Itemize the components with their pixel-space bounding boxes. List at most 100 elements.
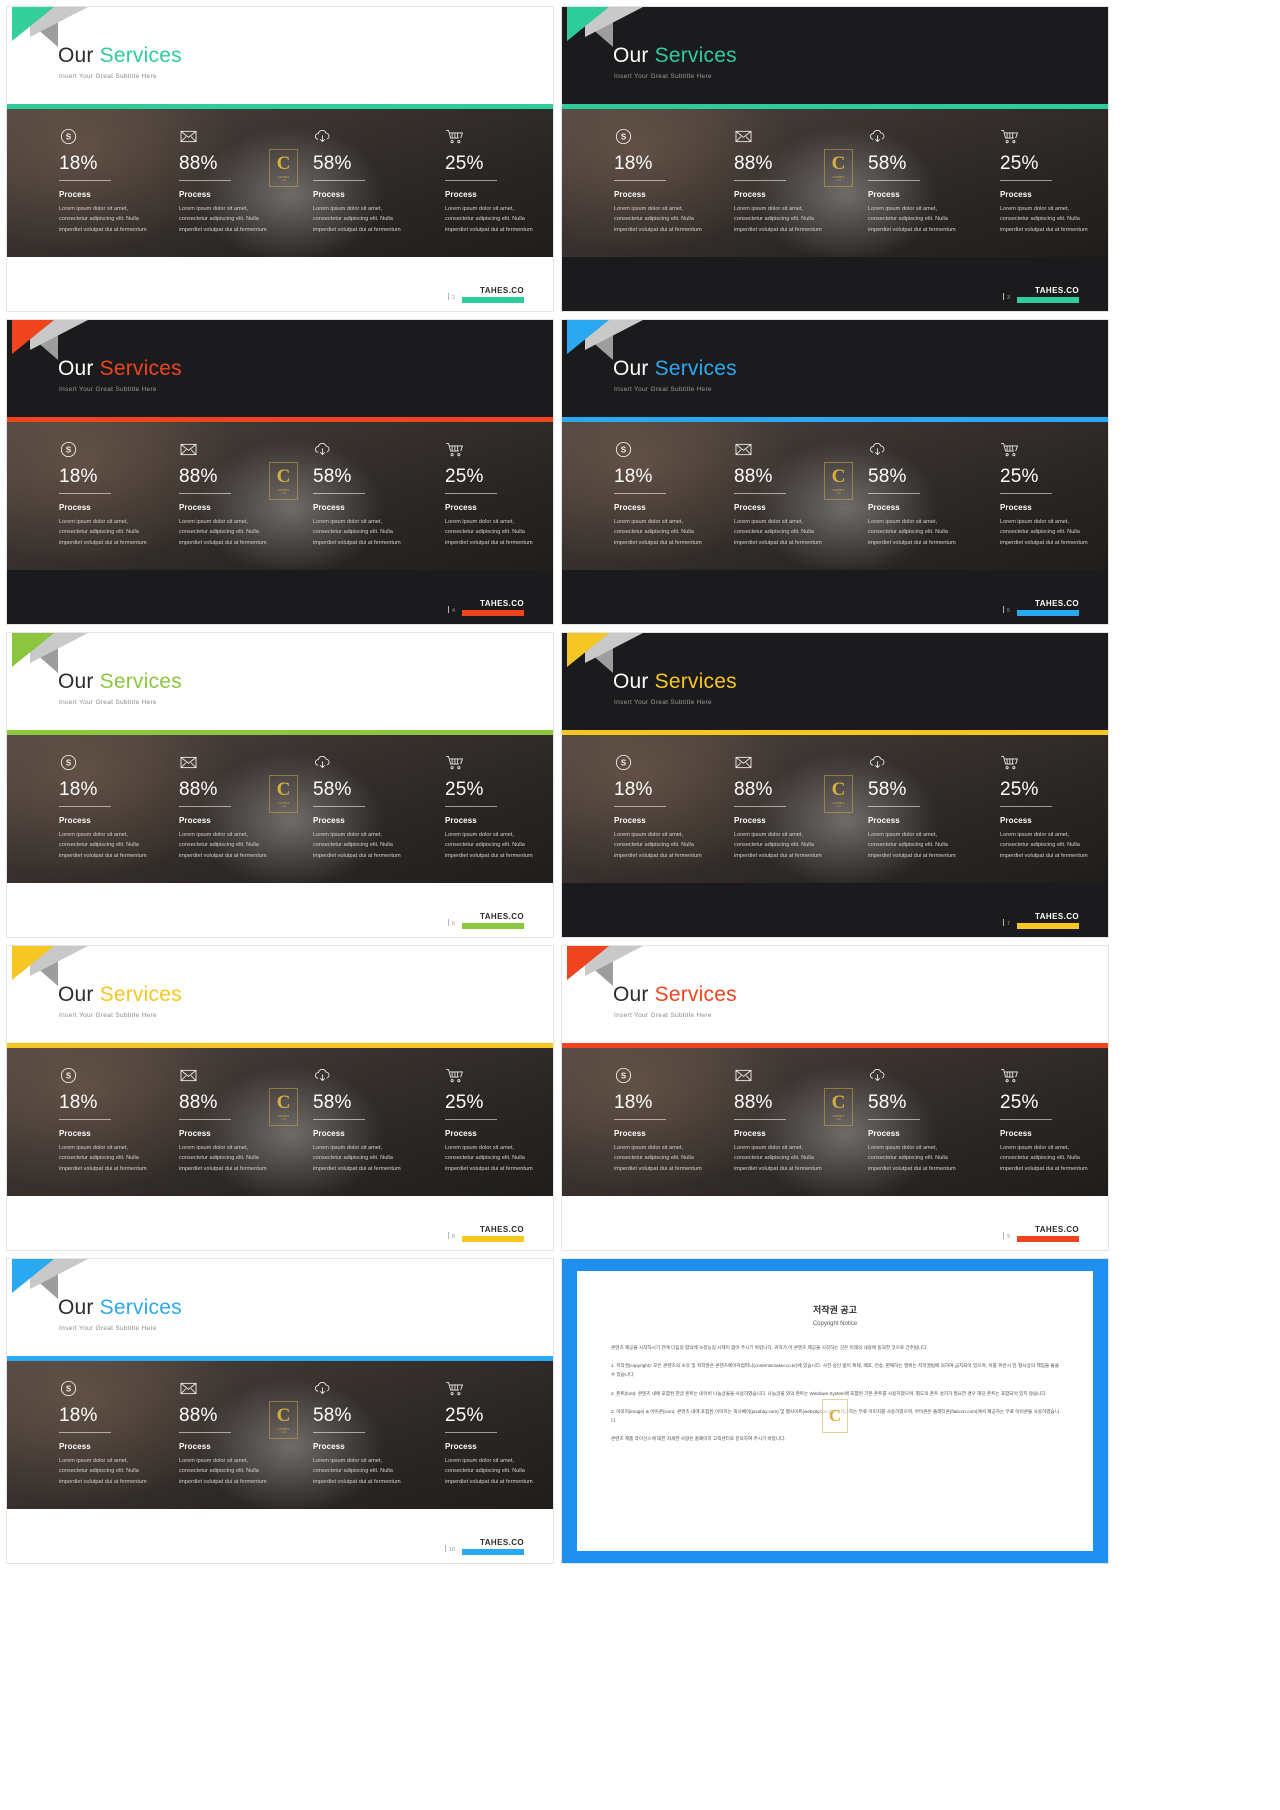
stat-percent: 25%	[445, 153, 484, 174]
slide-thumbnail-grid: Our Services Insert Your Great Subtitle …	[0, 0, 1280, 1810]
stat-heading: Process	[313, 189, 345, 199]
slide-thumbnail-7[interactable]: Our Services Insert Your Great Subtitle …	[561, 632, 1109, 938]
slide-thumbnail-2[interactable]: Our Services Insert Your Great Subtitle …	[6, 6, 554, 312]
stats-photo-band: S 18% Process Lorem ipsum dolor sit amet, c…	[562, 109, 1108, 257]
stat-column-1: S 18% Process Lorem ipsum dolor sit amet, c…	[7, 127, 157, 257]
stat-percent: 58%	[868, 1092, 907, 1113]
dollar-circle-icon: S	[59, 440, 78, 459]
stat-body: Lorem ipsum dolor sit amet, consectetur …	[445, 831, 533, 859]
stat-column-2: 88% Process Lorem ipsum dolor sit amet, co…	[157, 127, 289, 257]
page-subtitle: Insert Your Great Subtitle Here	[614, 73, 712, 80]
stat-heading: Process	[59, 189, 91, 199]
stat-divider	[734, 1118, 786, 1120]
svg-text:S: S	[66, 1385, 71, 1394]
stat-body: Lorem ipsum dolor sit amet, consectetur …	[59, 1144, 147, 1172]
copyright-panel: 저작권 공고 Copyright Notice 콘텐츠 제공을 시작하시기 전에 다…	[577, 1271, 1093, 1551]
slide-thumbnail-8[interactable]: Our Services Insert Your Great Subtitle …	[6, 945, 554, 1251]
stat-heading: Process	[1000, 502, 1032, 512]
stat-percent: 58%	[868, 779, 907, 800]
stat-percent: 58%	[868, 466, 907, 487]
dollar-circle-icon: S	[614, 753, 633, 772]
slide-thumbnail-3[interactable]: Our Services Insert Your Great Subtitle …	[561, 6, 1109, 312]
watermark-logo: C TAHES .CO	[269, 149, 298, 187]
svg-text:S: S	[621, 759, 626, 768]
copyright-notice-slide[interactable]: 저작권 공고 Copyright Notice 콘텐츠 제공을 시작하시기 전에 다…	[561, 1258, 1109, 1564]
page-subtitle: Insert Your Great Subtitle Here	[59, 386, 157, 393]
stat-body: Lorem ipsum dolor sit amet, consectetur …	[734, 205, 822, 233]
slide-thumbnail-10[interactable]: Our Services Insert Your Great Subtitle …	[6, 1258, 554, 1564]
stat-divider	[59, 1431, 111, 1433]
shopping-cart-icon	[445, 1066, 464, 1085]
brand-logo-bar	[462, 923, 524, 929]
watermark-line-2: .CO	[836, 492, 841, 495]
stat-divider	[868, 179, 920, 181]
svg-text:S: S	[621, 133, 626, 142]
envelope-icon	[179, 440, 198, 459]
stat-column-3: 58% Process Lorem ipsum dolor sit amet, co…	[844, 1066, 976, 1196]
stat-column-4: 25% Process Lorem ipsum dolor sit amet, co…	[421, 753, 553, 883]
stat-column-3: 58% Process Lorem ipsum dolor sit amet, co…	[844, 127, 976, 257]
watermark-letter: C	[831, 153, 846, 174]
stat-body: Lorem ipsum dolor sit amet, consectetur …	[734, 518, 822, 546]
stat-divider	[179, 492, 231, 494]
stat-heading: Process	[59, 815, 91, 825]
stat-column-2: 88% Process Lorem ipsum dolor sit amet, co…	[157, 440, 289, 570]
stat-heading: Process	[313, 502, 345, 512]
stat-column-4: 25% Process Lorem ipsum dolor sit amet, co…	[976, 127, 1108, 257]
slide-thumbnail-5[interactable]: Our Services Insert Your Great Subtitle …	[561, 319, 1109, 625]
watermark-line-2: .CO	[281, 1118, 286, 1121]
brand-logo-bar	[462, 1236, 524, 1242]
stat-heading: Process	[313, 815, 345, 825]
shopping-cart-icon	[1000, 1066, 1019, 1085]
stat-divider	[59, 492, 111, 494]
stat-column-4: 25% Process Lorem ipsum dolor sit amet, co…	[976, 440, 1108, 570]
title-word-accent: Services	[654, 44, 737, 67]
watermark-line-2: .CO	[836, 1118, 841, 1121]
stat-column-3: 58% Process Lorem ipsum dolor sit amet, co…	[289, 753, 421, 883]
slide-footer: 9 TAHES.CO	[562, 1196, 1108, 1250]
stat-column-2: 88% Process Lorem ipsum dolor sit amet, co…	[157, 753, 289, 883]
stat-percent: 25%	[445, 1092, 484, 1113]
watermark-line-2: .CO	[281, 1431, 286, 1434]
stat-percent: 58%	[313, 1405, 352, 1426]
watermark-logo: C	[822, 1399, 848, 1433]
page-subtitle: Insert Your Great Subtitle Here	[59, 1325, 157, 1332]
envelope-icon	[179, 127, 198, 146]
page-subtitle: Insert Your Great Subtitle Here	[614, 699, 712, 706]
slide-header: Our Services Insert Your Great Subtitle …	[562, 633, 1108, 730]
stat-column-4: 25% Process Lorem ipsum dolor sit amet, co…	[421, 1066, 553, 1196]
brand-logo-bar	[1017, 923, 1079, 929]
slide-thumbnail-4[interactable]: Our Services Insert Your Great Subtitle …	[6, 319, 554, 625]
stat-divider	[445, 179, 497, 181]
stat-heading: Process	[445, 1128, 477, 1138]
page-title: Our Services	[58, 983, 182, 1007]
stat-percent: 18%	[614, 1092, 653, 1113]
slide-thumbnail-6[interactable]: Our Services Insert Your Great Subtitle …	[6, 632, 554, 938]
shopping-cart-icon	[1000, 753, 1019, 772]
stat-column-3: 58% Process Lorem ipsum dolor sit amet, co…	[289, 1379, 421, 1509]
slide-thumbnail-9[interactable]: Our Services Insert Your Great Subtitle …	[561, 945, 1109, 1251]
watermark-letter: C	[276, 1092, 291, 1113]
stat-heading: Process	[179, 502, 211, 512]
watermark-letter: C	[276, 779, 291, 800]
brand-logo-bar	[1017, 1236, 1079, 1242]
stat-divider	[313, 805, 365, 807]
stats-photo-band: S 18% Process Lorem ipsum dolor sit amet, c…	[7, 1048, 553, 1196]
stat-body: Lorem ipsum dolor sit amet, consectetur …	[59, 1457, 147, 1485]
page-title: Our Services	[58, 670, 182, 694]
stat-divider	[868, 492, 920, 494]
stat-column-1: S 18% Process Lorem ipsum dolor sit amet, c…	[7, 753, 157, 883]
stat-percent: 18%	[614, 153, 653, 174]
slide-header: Our Services Insert Your Great Subtitle …	[562, 7, 1108, 104]
stat-body: Lorem ipsum dolor sit amet, consectetur …	[734, 831, 822, 859]
dollar-circle-icon: S	[614, 440, 633, 459]
title-word-accent: Services	[99, 357, 182, 380]
stat-body: Lorem ipsum dolor sit amet, consectetur …	[614, 518, 702, 546]
slide-number: 10	[444, 1545, 455, 1553]
stat-heading: Process	[1000, 189, 1032, 199]
slide-footer: 8 TAHES.CO	[7, 1196, 553, 1250]
slide-header: Our Services Insert Your Great Subtitle …	[7, 633, 553, 730]
svg-text:S: S	[66, 446, 71, 455]
title-word-primary: Our	[613, 357, 649, 380]
stat-column-4: 25% Process Lorem ipsum dolor sit amet, co…	[421, 127, 553, 257]
